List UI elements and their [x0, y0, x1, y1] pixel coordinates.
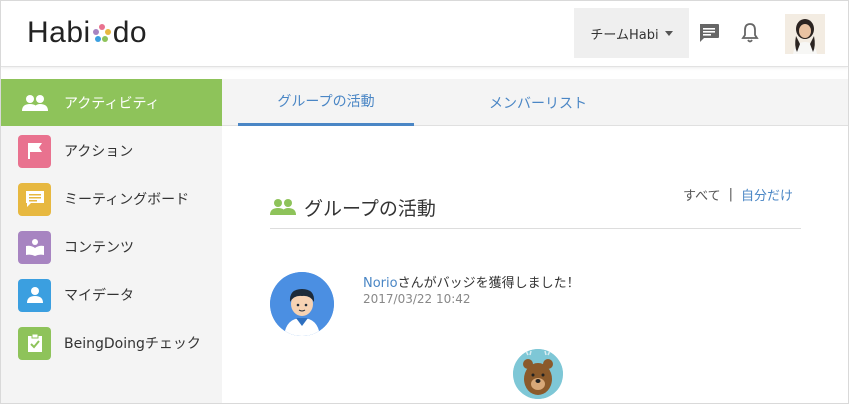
clipboard-check-icon	[18, 326, 51, 360]
team-selector-label: チームHabi	[590, 27, 659, 43]
sidebar-item-label: マイデータ	[64, 288, 134, 304]
logo-flower-icon	[92, 17, 112, 42]
tab-group-activity[interactable]: グループの活動	[238, 79, 414, 126]
main-content: グループの活動 メンバーリスト グループの活動 すべて | 自分だけ Norio…	[222, 79, 848, 403]
feed-user-avatar[interactable]	[270, 272, 334, 336]
bell-icon[interactable]	[738, 21, 762, 45]
filter-mine-link[interactable]: 自分だけ	[741, 185, 793, 204]
people-icon	[270, 197, 296, 217]
sidebar-item-label: アクション	[64, 144, 134, 160]
logo-text-right: do	[112, 16, 148, 49]
habido-logo[interactable]: Habi do	[27, 15, 147, 51]
section-title: グループの活動	[270, 192, 436, 222]
feed-user-link[interactable]: Norio	[363, 276, 398, 291]
logo-text-left: Habi	[27, 16, 91, 49]
sidebar-item-label: アクティビティ	[64, 95, 160, 112]
sidebar-item-beingdoing[interactable]: BeingDoingチェック	[1, 319, 222, 367]
sidebar-item-label: ミーティングボード	[64, 192, 190, 208]
feed-message: Norioさんがバッジを獲得しました！	[363, 272, 580, 291]
app-window: Habi do チームHabi アクティビティ アクション ミーティングボード …	[0, 0, 849, 404]
activity-filter: すべて | 自分だけ	[683, 185, 793, 204]
top-header: Habi do チームHabi	[1, 1, 848, 67]
tab-label: グループの活動	[277, 94, 375, 110]
sidebar-item-mydata[interactable]: マイデータ	[1, 271, 222, 319]
chat-board-icon	[18, 182, 51, 216]
feed-message-text: さんがバッジを獲得しました！	[397, 276, 580, 291]
sidebar-item-contents[interactable]: コンテンツ	[1, 223, 222, 271]
section-divider	[270, 228, 801, 229]
person-icon	[18, 278, 51, 312]
sidebar-item-label: コンテンツ	[64, 240, 134, 256]
sidebar-item-meeting-board[interactable]: ミーティングボード	[1, 175, 222, 223]
tab-bar: グループの活動 メンバーリスト	[222, 79, 848, 126]
section-title-text: グループの活動	[304, 197, 436, 220]
sidebar-item-activity[interactable]: アクティビティ	[1, 79, 222, 126]
people-icon	[18, 86, 51, 119]
book-icon	[18, 230, 51, 264]
chat-icon[interactable]	[697, 21, 721, 45]
team-selector-button[interactable]: チームHabi	[574, 8, 689, 58]
tab-label: メンバーリスト	[489, 95, 587, 112]
flag-icon	[18, 134, 51, 168]
chevron-down-icon	[664, 30, 673, 36]
sidebar-item-label: BeingDoingチェック	[64, 336, 201, 352]
feed-timestamp: 2017/03/22 10:42	[363, 292, 471, 306]
tab-member-list[interactable]: メンバーリスト	[454, 79, 622, 126]
filter-all-link[interactable]: すべて	[683, 185, 721, 204]
sidebar: アクティビティ アクション ミーティングボード コンテンツ マイデータ Bein…	[1, 79, 222, 403]
user-avatar[interactable]	[785, 14, 825, 54]
filter-separator: |	[728, 187, 733, 202]
bear-badge-icon[interactable]	[513, 349, 563, 399]
sidebar-item-action[interactable]: アクション	[1, 127, 222, 175]
